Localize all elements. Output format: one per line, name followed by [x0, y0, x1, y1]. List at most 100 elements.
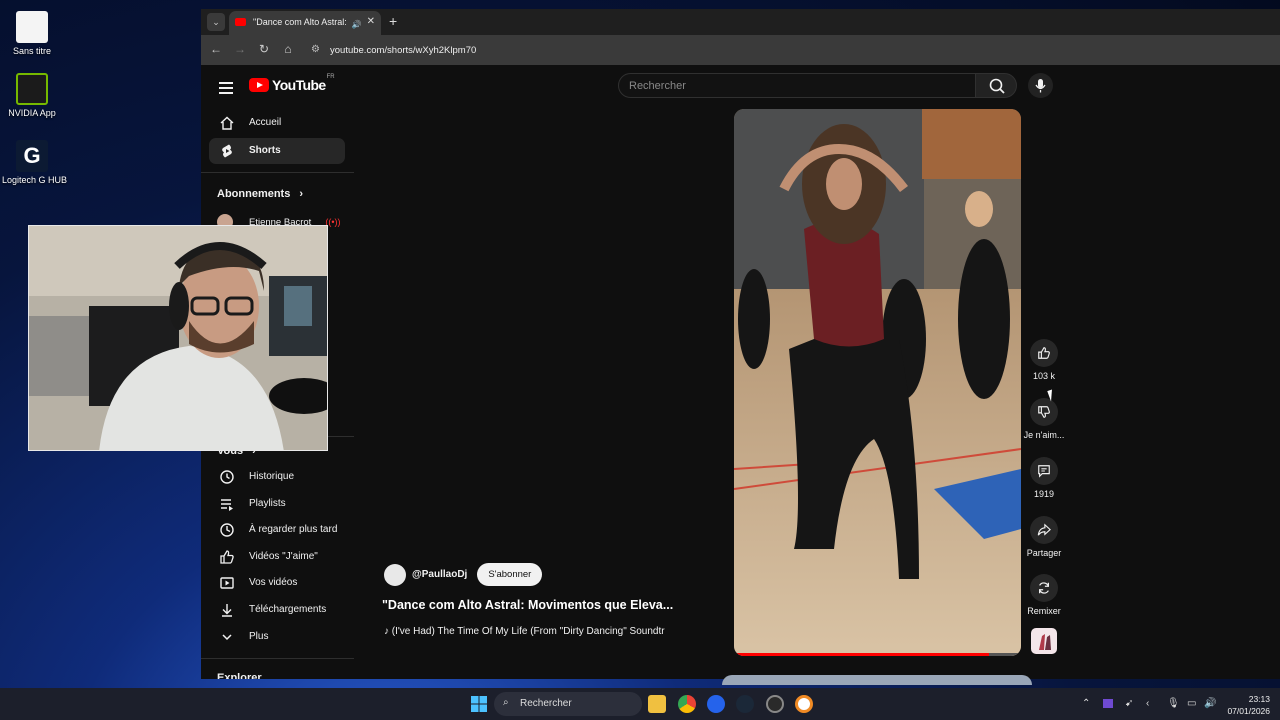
search-icon [989, 78, 1005, 94]
like-icon [220, 550, 234, 564]
tray-app-icon[interactable] [1103, 699, 1113, 708]
volume-icon[interactable]: 🔊 [1204, 698, 1216, 709]
sidebar-item-your-videos[interactable]: Vos vidéos [209, 570, 345, 596]
new-tab-button[interactable]: + [389, 13, 397, 29]
youtube-play-icon [249, 78, 269, 92]
dislike-label: Je n'aim... [1023, 430, 1065, 440]
back-icon[interactable]: ← [208, 42, 224, 56]
dance-video-frame [734, 109, 1021, 656]
address-bar[interactable]: ⚙ youtube.com/shorts/wXyh2Klpm70 [305, 39, 1280, 61]
subscriptions-heading[interactable]: Abonnements › [217, 188, 303, 200]
clock-date: 07/01/2026 [1227, 706, 1270, 716]
like-button[interactable]: 103 k [1019, 339, 1069, 381]
desktop-icon-sans-titre[interactable]: Sans titre [2, 11, 62, 56]
video-icon [220, 577, 234, 589]
share-button[interactable]: Partager [1019, 516, 1069, 558]
home-icon [220, 116, 234, 130]
voice-search-button[interactable] [1028, 73, 1053, 98]
chevron-up-icon[interactable]: ⌃ [1082, 698, 1090, 709]
video-progress-bar[interactable] [734, 653, 1021, 656]
audio-source-thumbnail[interactable] [1031, 628, 1057, 654]
start-button[interactable] [470, 695, 488, 713]
thumbs-up-icon [1038, 347, 1050, 359]
steam-icon[interactable] [736, 695, 754, 713]
browser-tab[interactable]: "Dance com Alto Astral: Mo 🔊 ✕ [229, 11, 381, 35]
search-icon: ⌕ [503, 697, 509, 708]
chevron-right-icon: › [299, 188, 304, 200]
explore-heading[interactable]: Explorer [217, 672, 262, 679]
sidebar-item-label: Shorts [249, 145, 281, 156]
windows-logo-icon [471, 696, 487, 712]
file-icon [16, 11, 48, 43]
music-title: (I've Had) The Time Of My Life (From "Di… [391, 626, 665, 637]
menu-icon[interactable] [219, 82, 233, 97]
youtube-favicon-icon [235, 18, 246, 26]
tray-back-icon[interactable]: ‹ [1146, 698, 1149, 709]
download-icon [222, 604, 232, 617]
short-video-player[interactable] [734, 109, 1021, 656]
sidebar-item-label: À regarder plus tard [249, 524, 338, 535]
mic-icon [1035, 79, 1046, 93]
tab-list-button[interactable]: ⌄ [207, 13, 225, 31]
site-settings-icon[interactable]: ⚙ [311, 44, 320, 55]
subscribe-button[interactable]: S'abonner [477, 563, 543, 586]
edge-icon[interactable] [707, 695, 725, 713]
sidebar-item-playlists[interactable]: Playlists [209, 491, 345, 517]
youtube-page: YouTube FR Rechercher Accueil Shorts Abo… [201, 65, 1280, 685]
desktop-icon-logitech-g-hub[interactable]: G Logitech G HUB [2, 140, 67, 185]
comments-button[interactable]: 1919 [1019, 457, 1069, 499]
sidebar-item-shorts[interactable]: Shorts [209, 138, 345, 164]
taskbar-search[interactable]: ⌕ Rechercher [494, 692, 642, 716]
clock-time: 23:13 [1248, 694, 1270, 704]
share-icon [1037, 523, 1051, 536]
sidebar-item-historique[interactable]: Historique [209, 464, 345, 490]
system-clock[interactable]: 23:13 07/01/2026 [1222, 693, 1270, 717]
short-title[interactable]: "Dance com Alto Astral: Movimentos que E… [382, 598, 673, 612]
windows-taskbar: ⌕ Rechercher ⌃ ➹ ‹ 🎙 ▭ 🔊 23:13 07/01/202… [0, 688, 1280, 720]
browser-toolbar: ← → ↻ ⌂ ⚙ youtube.com/shorts/wXyh2Klpm70 [201, 35, 1280, 65]
channel-avatar[interactable] [384, 563, 406, 586]
youtube-logo[interactable]: YouTube FR [249, 74, 335, 93]
dislike-button[interactable]: Je n'aim... [1019, 398, 1069, 440]
remix-label: Remixer [1027, 606, 1061, 616]
sidebar-item-more[interactable]: Plus [209, 624, 345, 650]
overwatch-icon[interactable] [795, 695, 813, 713]
close-tab-icon[interactable]: ✕ [367, 16, 375, 27]
reload-icon[interactable]: ↻ [256, 42, 272, 56]
url-text: youtube.com/shorts/wXyh2Klpm70 [330, 45, 477, 56]
channel-name[interactable]: @PaullaoDj [412, 569, 467, 580]
comment-count: 1919 [1033, 489, 1055, 499]
sidebar-item-downloads[interactable]: Téléchargements [209, 597, 345, 623]
remix-icon [1039, 582, 1049, 594]
sidebar-item-label: Vos vidéos [249, 577, 298, 588]
desktop-icon-label: Sans titre [12, 46, 52, 56]
file-explorer-icon[interactable] [648, 695, 666, 713]
chrome-icon[interactable] [678, 695, 696, 713]
music-link[interactable]: ♪ (I've Had) The Time Of My Life (From "… [384, 626, 683, 637]
forward-icon[interactable]: → [232, 42, 248, 56]
webcam-overlay [28, 225, 328, 451]
tray-arrow-icon[interactable]: ➹ [1125, 698, 1133, 709]
sidebar-divider [201, 658, 354, 659]
sidebar-item-accueil[interactable]: Accueil [209, 110, 345, 136]
next-short-preview[interactable] [722, 675, 1032, 685]
home-icon[interactable]: ⌂ [280, 42, 296, 56]
dancers-thumbnail-icon [1039, 634, 1051, 650]
network-icon[interactable]: ▭ [1187, 698, 1196, 709]
sidebar-item-label: Historique [249, 471, 295, 482]
obs-icon[interactable] [766, 695, 784, 713]
comment-icon [1038, 465, 1050, 478]
desktop-icon-nvidia-app[interactable]: NVIDIA App [2, 73, 62, 118]
sidebar-item-label: Plus [249, 631, 269, 642]
thumbs-down-icon [1038, 406, 1050, 418]
search-button[interactable] [975, 73, 1017, 98]
sidebar-item-liked-videos[interactable]: Vidéos "J'aime" [209, 544, 345, 570]
search-input[interactable]: Rechercher [618, 73, 976, 98]
audio-icon[interactable]: 🔊 [352, 20, 362, 29]
like-count: 103 k [1032, 371, 1056, 381]
share-label: Partager [1026, 548, 1062, 558]
sidebar-item-watch-later[interactable]: À regarder plus tard [209, 517, 345, 543]
microphone-tray-icon[interactable]: 🎙 [1167, 698, 1180, 709]
remix-button[interactable]: Remixer [1019, 574, 1069, 616]
music-note-icon: ♪ [384, 626, 392, 637]
